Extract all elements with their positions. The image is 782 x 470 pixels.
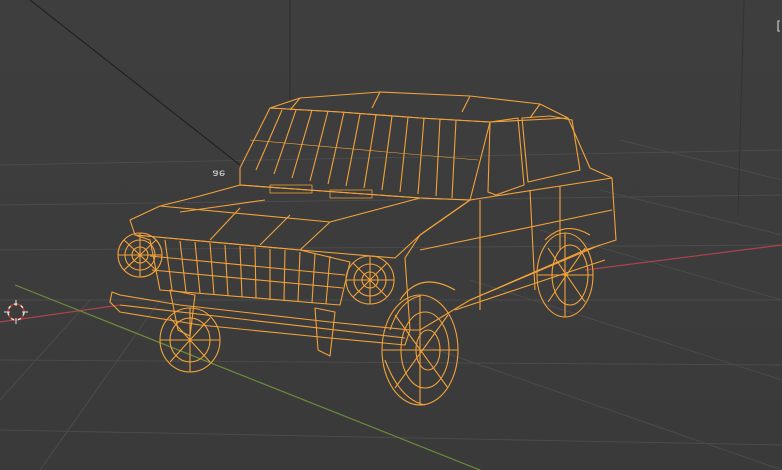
front-right-wheel [381,294,459,406]
camera-line [29,0,241,166]
header-edge-glyph: [ [774,19,782,33]
left-headlight [117,232,163,278]
3d-viewport[interactable]: ǝɐ [ [0,0,782,470]
object-name-label: ǝɐ [212,168,226,179]
viewport-scene[interactable] [0,0,782,470]
front-left-wheel [159,307,221,373]
car-body-side [404,177,617,331]
rear-right-wheel [536,232,594,318]
x-axis-line-right [584,244,782,271]
car-grille [134,234,351,306]
right-headlight [345,255,395,305]
car-side-window-front [487,117,525,196]
vertical-guide-2 [737,0,745,216]
